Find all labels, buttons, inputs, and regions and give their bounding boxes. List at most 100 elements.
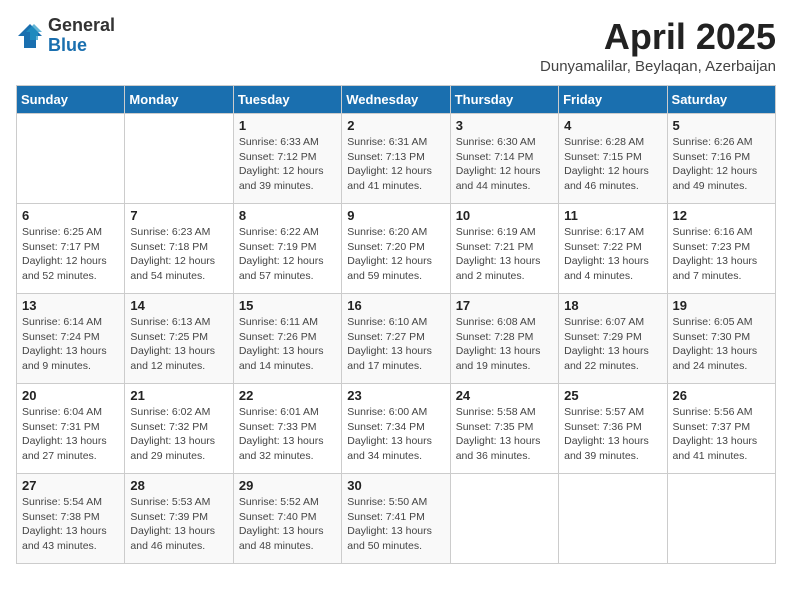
week-row-3: 13 Sunrise: 6:14 AM Sunset: 7:24 PM Dayli… xyxy=(17,294,776,384)
day-number: 11 xyxy=(564,208,661,223)
calendar-cell: 22 Sunrise: 6:01 AM Sunset: 7:33 PM Dayli… xyxy=(233,384,341,474)
logo: General Blue xyxy=(16,16,115,56)
calendar-cell: 8 Sunrise: 6:22 AM Sunset: 7:19 PM Daylig… xyxy=(233,204,341,294)
day-number: 12 xyxy=(673,208,770,223)
day-number: 3 xyxy=(456,118,553,133)
month-title: April 2025 xyxy=(540,16,776,58)
logo-text: General Blue xyxy=(48,16,115,56)
day-number: 18 xyxy=(564,298,661,313)
calendar-cell: 19 Sunrise: 6:05 AM Sunset: 7:30 PM Dayli… xyxy=(667,294,775,384)
day-number: 8 xyxy=(239,208,336,223)
calendar-cell: 27 Sunrise: 5:54 AM Sunset: 7:38 PM Dayli… xyxy=(17,474,125,564)
day-info: Sunrise: 6:26 AM Sunset: 7:16 PM Dayligh… xyxy=(673,135,770,194)
day-info: Sunrise: 5:52 AM Sunset: 7:40 PM Dayligh… xyxy=(239,495,336,554)
day-info: Sunrise: 6:33 AM Sunset: 7:12 PM Dayligh… xyxy=(239,135,336,194)
logo-blue: Blue xyxy=(48,36,115,56)
day-number: 9 xyxy=(347,208,444,223)
day-number: 2 xyxy=(347,118,444,133)
calendar-cell: 26 Sunrise: 5:56 AM Sunset: 7:37 PM Dayli… xyxy=(667,384,775,474)
day-info: Sunrise: 6:05 AM Sunset: 7:30 PM Dayligh… xyxy=(673,315,770,374)
calendar-cell: 10 Sunrise: 6:19 AM Sunset: 7:21 PM Dayli… xyxy=(450,204,558,294)
calendar-cell: 21Sunrise: 6:02 AM Sunset: 7:32 PM Dayli… xyxy=(125,384,233,474)
calendar-cell: 15Sunrise: 6:11 AM Sunset: 7:26 PM Dayli… xyxy=(233,294,341,384)
calendar-cell: 17 Sunrise: 6:08 AM Sunset: 7:28 PM Dayli… xyxy=(450,294,558,384)
day-number: 21 xyxy=(130,388,227,403)
location-subtitle: Dunyamalilar, Beylaqan, Azerbaijan xyxy=(540,58,776,75)
day-number: 25 xyxy=(564,388,661,403)
title-block: April 2025 Dunyamalilar, Beylaqan, Azerb… xyxy=(540,16,776,75)
day-info: Sunrise: 6:17 AM Sunset: 7:22 PM Dayligh… xyxy=(564,225,661,284)
calendar-cell: 28 Sunrise: 5:53 AM Sunset: 7:39 PM Dayli… xyxy=(125,474,233,564)
day-number: 22 xyxy=(239,388,336,403)
day-info: Sunrise: 6:28 AM Sunset: 7:15 PM Dayligh… xyxy=(564,135,661,194)
logo-icon xyxy=(16,22,44,50)
day-info: Sunrise: 5:50 AM Sunset: 7:41 PM Dayligh… xyxy=(347,495,444,554)
week-row-5: 27 Sunrise: 5:54 AM Sunset: 7:38 PM Dayli… xyxy=(17,474,776,564)
day-number: 13 xyxy=(22,298,119,313)
day-number: 23 xyxy=(347,388,444,403)
logo-general: General xyxy=(48,16,115,36)
day-info: Sunrise: 6:30 AM Sunset: 7:14 PM Dayligh… xyxy=(456,135,553,194)
day-info: Sunrise: 6:08 AM Sunset: 7:28 PM Dayligh… xyxy=(456,315,553,374)
header-monday: Monday xyxy=(125,86,233,114)
day-info: Sunrise: 6:16 AM Sunset: 7:23 PM Dayligh… xyxy=(673,225,770,284)
calendar-cell: 5 Sunrise: 6:26 AM Sunset: 7:16 PM Daylig… xyxy=(667,114,775,204)
day-info: Sunrise: 6:23 AM Sunset: 7:18 PM Dayligh… xyxy=(130,225,227,284)
calendar-cell: 3 Sunrise: 6:30 AM Sunset: 7:14 PM Daylig… xyxy=(450,114,558,204)
day-number: 7 xyxy=(130,208,227,223)
day-number: 29 xyxy=(239,478,336,493)
day-info: Sunrise: 5:53 AM Sunset: 7:39 PM Dayligh… xyxy=(130,495,227,554)
calendar-cell: 18 Sunrise: 6:07 AM Sunset: 7:29 PM Dayli… xyxy=(559,294,667,384)
calendar-cell xyxy=(559,474,667,564)
day-number: 27 xyxy=(22,478,119,493)
calendar-cell xyxy=(667,474,775,564)
day-info: Sunrise: 6:20 AM Sunset: 7:20 PM Dayligh… xyxy=(347,225,444,284)
day-info: Sunrise: 5:58 AM Sunset: 7:35 PM Dayligh… xyxy=(456,405,553,464)
calendar-cell: 2 Sunrise: 6:31 AM Sunset: 7:13 PM Daylig… xyxy=(342,114,450,204)
day-number: 19 xyxy=(673,298,770,313)
day-number: 24 xyxy=(456,388,553,403)
day-info: Sunrise: 5:56 AM Sunset: 7:37 PM Dayligh… xyxy=(673,405,770,464)
day-number: 10 xyxy=(456,208,553,223)
day-number: 6 xyxy=(22,208,119,223)
calendar-cell: 11 Sunrise: 6:17 AM Sunset: 7:22 PM Dayli… xyxy=(559,204,667,294)
day-info: Sunrise: 6:19 AM Sunset: 7:21 PM Dayligh… xyxy=(456,225,553,284)
day-info: Sunrise: 5:54 AM Sunset: 7:38 PM Dayligh… xyxy=(22,495,119,554)
header-tuesday: Tuesday xyxy=(233,86,341,114)
calendar-cell xyxy=(450,474,558,564)
calendar-cell: 1Sunrise: 6:33 AM Sunset: 7:12 PM Daylig… xyxy=(233,114,341,204)
day-number: 20 xyxy=(22,388,119,403)
calendar-cell xyxy=(125,114,233,204)
day-info: Sunrise: 6:10 AM Sunset: 7:27 PM Dayligh… xyxy=(347,315,444,374)
calendar-cell xyxy=(17,114,125,204)
day-info: Sunrise: 5:57 AM Sunset: 7:36 PM Dayligh… xyxy=(564,405,661,464)
day-number: 5 xyxy=(673,118,770,133)
day-number: 17 xyxy=(456,298,553,313)
calendar-cell: 30Sunrise: 5:50 AM Sunset: 7:41 PM Dayli… xyxy=(342,474,450,564)
page-header: General Blue April 2025 Dunyamalilar, Be… xyxy=(16,16,776,75)
day-info: Sunrise: 6:31 AM Sunset: 7:13 PM Dayligh… xyxy=(347,135,444,194)
day-number: 14 xyxy=(130,298,227,313)
header-friday: Friday xyxy=(559,86,667,114)
week-row-1: 1Sunrise: 6:33 AM Sunset: 7:12 PM Daylig… xyxy=(17,114,776,204)
day-info: Sunrise: 6:00 AM Sunset: 7:34 PM Dayligh… xyxy=(347,405,444,464)
day-info: Sunrise: 6:22 AM Sunset: 7:19 PM Dayligh… xyxy=(239,225,336,284)
day-info: Sunrise: 6:07 AM Sunset: 7:29 PM Dayligh… xyxy=(564,315,661,374)
calendar-header-row: SundayMondayTuesdayWednesdayThursdayFrid… xyxy=(17,86,776,114)
calendar-cell: 23 Sunrise: 6:00 AM Sunset: 7:34 PM Dayli… xyxy=(342,384,450,474)
day-number: 16 xyxy=(347,298,444,313)
calendar-cell: 7 Sunrise: 6:23 AM Sunset: 7:18 PM Daylig… xyxy=(125,204,233,294)
day-info: Sunrise: 6:13 AM Sunset: 7:25 PM Dayligh… xyxy=(130,315,227,374)
day-info: Sunrise: 6:25 AM Sunset: 7:17 PM Dayligh… xyxy=(22,225,119,284)
header-sunday: Sunday xyxy=(17,86,125,114)
calendar-cell: 14 Sunrise: 6:13 AM Sunset: 7:25 PM Dayli… xyxy=(125,294,233,384)
calendar-cell: 12 Sunrise: 6:16 AM Sunset: 7:23 PM Dayli… xyxy=(667,204,775,294)
calendar-cell: 13 Sunrise: 6:14 AM Sunset: 7:24 PM Dayli… xyxy=(17,294,125,384)
calendar-cell: 16 Sunrise: 6:10 AM Sunset: 7:27 PM Dayli… xyxy=(342,294,450,384)
day-number: 26 xyxy=(673,388,770,403)
day-number: 28 xyxy=(130,478,227,493)
week-row-4: 20Sunrise: 6:04 AM Sunset: 7:31 PM Dayli… xyxy=(17,384,776,474)
day-info: Sunrise: 6:01 AM Sunset: 7:33 PM Dayligh… xyxy=(239,405,336,464)
day-number: 15 xyxy=(239,298,336,313)
day-info: Sunrise: 6:14 AM Sunset: 7:24 PM Dayligh… xyxy=(22,315,119,374)
